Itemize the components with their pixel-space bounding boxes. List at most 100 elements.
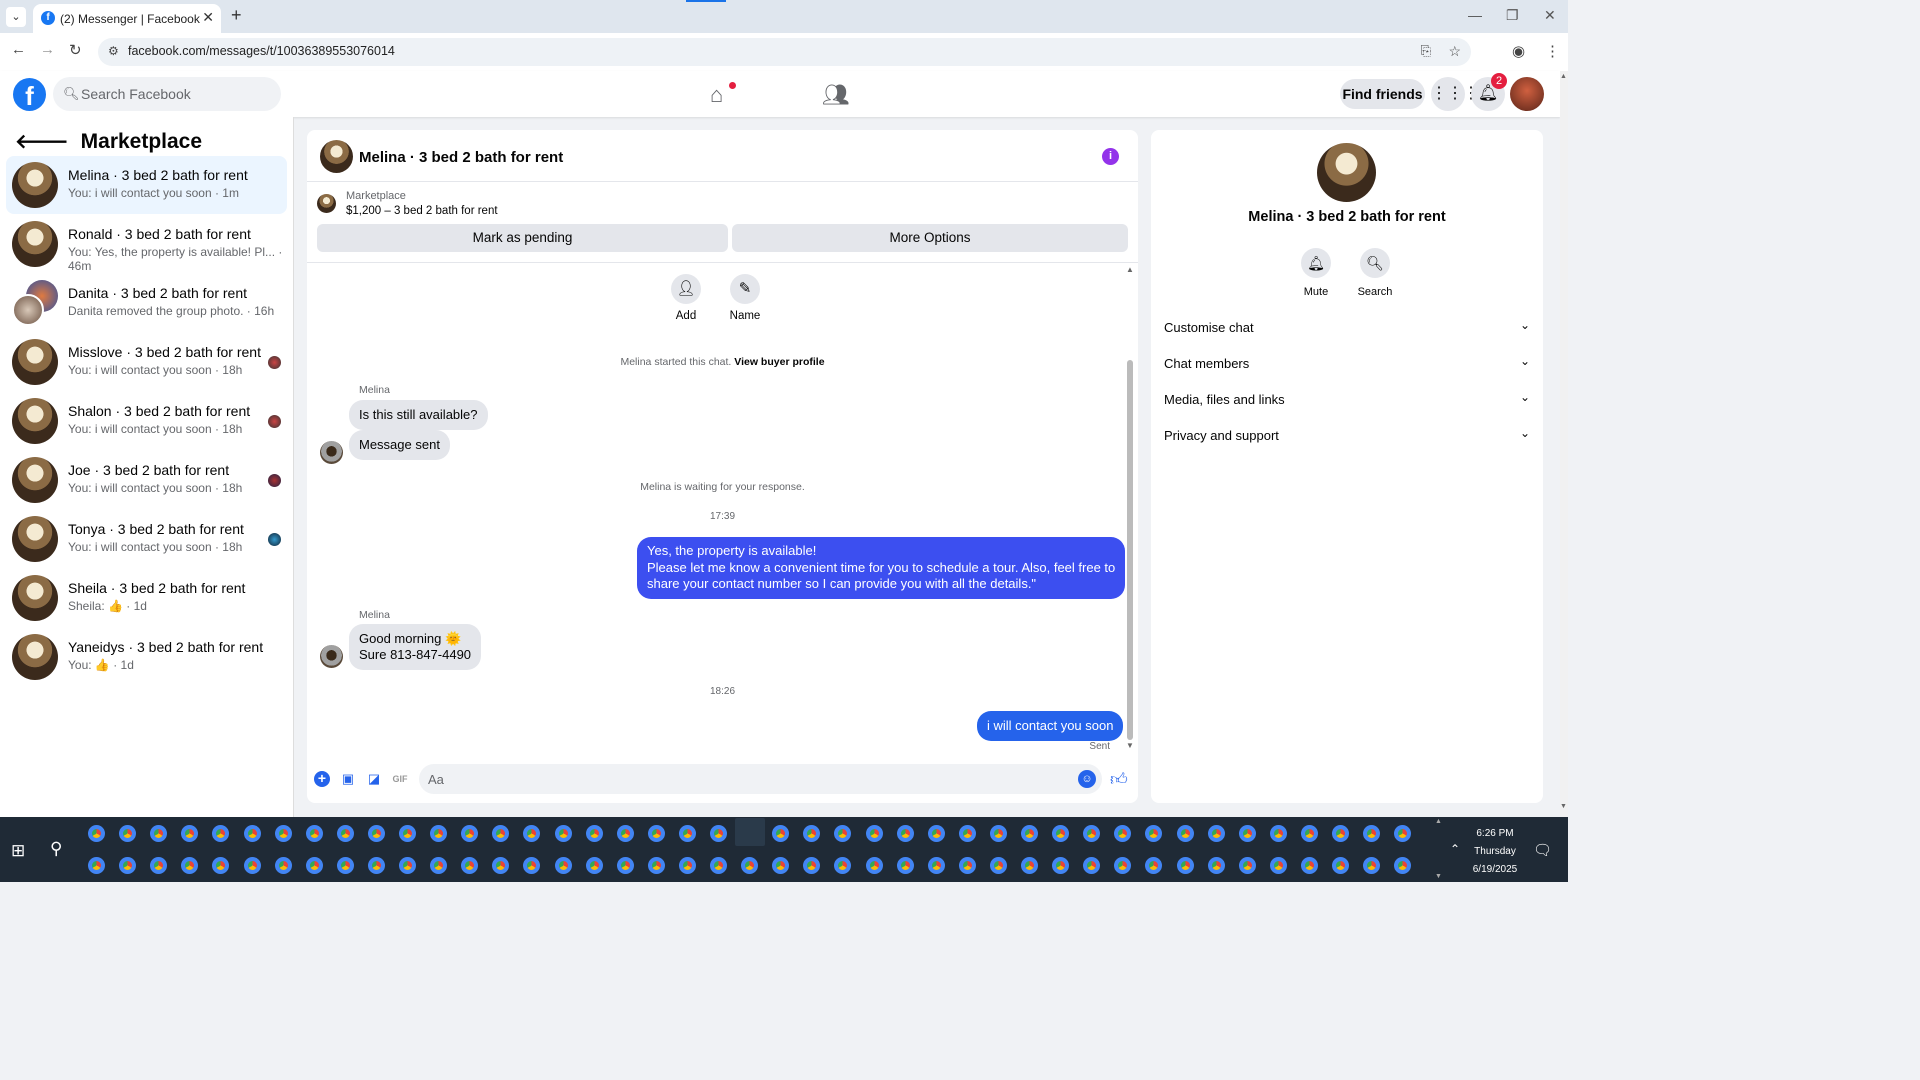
chrome-window-icon[interactable] xyxy=(523,857,541,874)
chrome-window-icon[interactable] xyxy=(1145,857,1163,874)
chrome-window-icon[interactable] xyxy=(834,857,852,874)
back-icon[interactable]: ← xyxy=(11,41,26,58)
chrome-window-icon[interactable] xyxy=(274,857,292,874)
facebook-search-input[interactable]: 🔍︎ Search Facebook xyxy=(53,77,281,111)
conversation-item[interactable]: Tonya · 3 bed 2 bath for rent You: i wil… xyxy=(6,510,287,568)
conversation-item[interactable]: Ronald · 3 bed 2 bath for rent You: Yes,… xyxy=(6,215,287,273)
page-scrollbar[interactable]: ▲ ▼ xyxy=(1560,71,1568,817)
chrome-window-icon[interactable] xyxy=(1394,825,1412,842)
url-text[interactable]: facebook.com/messages/t/1003638955307601… xyxy=(128,44,395,58)
name-chat-action[interactable]: ✎ Name xyxy=(715,274,775,322)
chrome-window-icon[interactable] xyxy=(554,825,572,842)
conversation-item[interactable]: Yaneidys · 3 bed 2 bath for rent You: 👍 … xyxy=(6,628,287,686)
chrome-window-icon[interactable] xyxy=(741,857,759,874)
chrome-window-icon[interactable] xyxy=(865,857,883,874)
friends-icon[interactable]: 👥︎ xyxy=(822,82,850,108)
more-options-button[interactable]: More Options xyxy=(732,224,1128,252)
view-buyer-profile-link[interactable]: View buyer profile xyxy=(734,356,824,368)
chrome-window-icon[interactable] xyxy=(958,825,976,842)
chrome-window-icon[interactable] xyxy=(1269,857,1287,874)
scroll-thumb[interactable] xyxy=(1127,360,1133,740)
chrome-window-icon[interactable] xyxy=(523,825,541,842)
chrome-window-icon[interactable] xyxy=(710,825,727,842)
chrome-window-icon[interactable] xyxy=(88,857,105,874)
chrome-window-icon[interactable] xyxy=(150,857,168,874)
find-friends-button[interactable]: Find friends xyxy=(1340,79,1425,109)
chrome-window-icon[interactable] xyxy=(678,857,696,874)
chrome-window-icon[interactable] xyxy=(492,825,510,842)
chrome-window-icon[interactable] xyxy=(1021,857,1038,874)
conversation-item[interactable]: Sheila · 3 bed 2 bath for rent Sheila: 👍… xyxy=(6,569,287,627)
thread-scrollbar[interactable]: ▲ ▼ xyxy=(1126,265,1134,750)
chrome-window-icon[interactable] xyxy=(1207,857,1225,874)
chrome-window-icon[interactable] xyxy=(492,857,510,874)
scroll-up-icon[interactable]: ▲ xyxy=(1560,73,1567,80)
mark-pending-button[interactable]: Mark as pending xyxy=(317,224,728,252)
emoji-icon[interactable]: ☺ xyxy=(1078,770,1096,788)
chrome-window-icon[interactable] xyxy=(989,857,1007,874)
conversation-item[interactable]: Misslove · 3 bed 2 bath for rent You: i … xyxy=(6,333,287,391)
chrome-window-icon[interactable] xyxy=(710,857,727,874)
chat-avatar[interactable] xyxy=(320,140,353,173)
close-tab-icon[interactable]: ✕ xyxy=(202,9,214,26)
chrome-window-icon[interactable] xyxy=(678,825,696,842)
incoming-message[interactable]: Good morning 🌞 Sure 813-847-4490 xyxy=(349,624,482,670)
back-arrow-icon[interactable]: 🡐 xyxy=(15,129,69,154)
chrome-window-icon[interactable] xyxy=(1176,825,1194,842)
chrome-window-icon[interactable] xyxy=(150,825,168,842)
chrome-window-icon[interactable] xyxy=(958,857,976,874)
chrome-window-icon[interactable] xyxy=(1269,825,1287,842)
omnibox[interactable]: ⚙ facebook.com/messages/t/10036389553076… xyxy=(98,38,1471,66)
chrome-window-icon[interactable] xyxy=(305,825,323,842)
site-info-icon[interactable]: ⚙ xyxy=(108,44,119,58)
restore-icon[interactable]: ❐ xyxy=(1506,7,1519,24)
add-member-action[interactable]: 👤︎ Add xyxy=(656,274,716,322)
chrome-window-icon[interactable] xyxy=(1052,857,1070,874)
chrome-window-icon[interactable] xyxy=(554,857,572,874)
minimize-icon[interactable]: — xyxy=(1468,7,1482,23)
reload-icon[interactable]: ↻ xyxy=(69,41,82,59)
home-icon[interactable]: ⌂ xyxy=(710,82,723,108)
info-icon[interactable]: i xyxy=(1102,148,1119,165)
facebook-logo-icon[interactable]: f xyxy=(13,78,46,111)
chrome-window-icon[interactable] xyxy=(1207,825,1225,842)
chrome-window-icon[interactable] xyxy=(181,857,199,874)
tab-search-dropdown[interactable]: ⌄ xyxy=(6,7,26,27)
chrome-window-icon[interactable] xyxy=(212,857,230,874)
chrome-window-icon[interactable] xyxy=(647,825,665,842)
chrome-window-icon[interactable] xyxy=(243,825,261,842)
taskbar-search-icon[interactable]: ⚲ xyxy=(50,839,62,859)
chrome-window-icon[interactable] xyxy=(119,825,137,842)
chrome-window-icon[interactable] xyxy=(1021,825,1038,842)
tray-overflow-icon[interactable]: ⌃ xyxy=(1450,842,1460,856)
conversation-item[interactable]: Danita · 3 bed 2 bath for rent Danita re… xyxy=(6,274,287,332)
chrome-window-icon[interactable] xyxy=(647,857,665,874)
chrome-window-icon[interactable] xyxy=(616,857,634,874)
accordion-customise-chat[interactable]: Customise chat ⌄ xyxy=(1164,315,1530,341)
chrome-window-icon[interactable] xyxy=(865,825,883,842)
mute-action[interactable]: 🔔︎ Mute xyxy=(1286,248,1346,298)
chrome-window-icon[interactable] xyxy=(772,825,790,842)
chrome-window-icon[interactable] xyxy=(243,857,261,874)
chrome-window-icon[interactable] xyxy=(1363,857,1381,874)
chrome-window-icon[interactable] xyxy=(430,857,448,874)
system-clock[interactable]: 6:26 PM Thursday 6/19/2025 xyxy=(1468,825,1522,879)
chrome-window-icon[interactable] xyxy=(336,825,354,842)
chrome-window-icon[interactable] xyxy=(1238,825,1256,842)
chrome-window-icon[interactable] xyxy=(1083,857,1101,874)
scroll-down-icon[interactable]: ▼ xyxy=(1560,803,1567,810)
active-app-icon[interactable] xyxy=(735,818,766,846)
chrome-window-icon[interactable] xyxy=(989,825,1007,842)
browser-tab-messenger[interactable]: f (2) Messenger | Facebook ✕ xyxy=(33,4,221,33)
scroll-up-icon[interactable]: ▲ xyxy=(1126,265,1134,274)
chrome-window-icon[interactable] xyxy=(119,857,137,874)
chrome-window-icon[interactable] xyxy=(896,825,914,842)
chrome-window-icon[interactable] xyxy=(927,825,945,842)
chrome-window-icon[interactable] xyxy=(399,857,416,874)
windows-start-icon[interactable]: ⊞ xyxy=(11,841,25,861)
chrome-window-icon[interactable] xyxy=(896,857,914,874)
conversation-item[interactable]: Joe · 3 bed 2 bath for rent You: i will … xyxy=(6,451,287,509)
chrome-window-icon[interactable] xyxy=(1394,857,1412,874)
accordion-chat-members[interactable]: Chat members ⌄ xyxy=(1164,351,1530,377)
chrome-window-icon[interactable] xyxy=(585,825,603,842)
